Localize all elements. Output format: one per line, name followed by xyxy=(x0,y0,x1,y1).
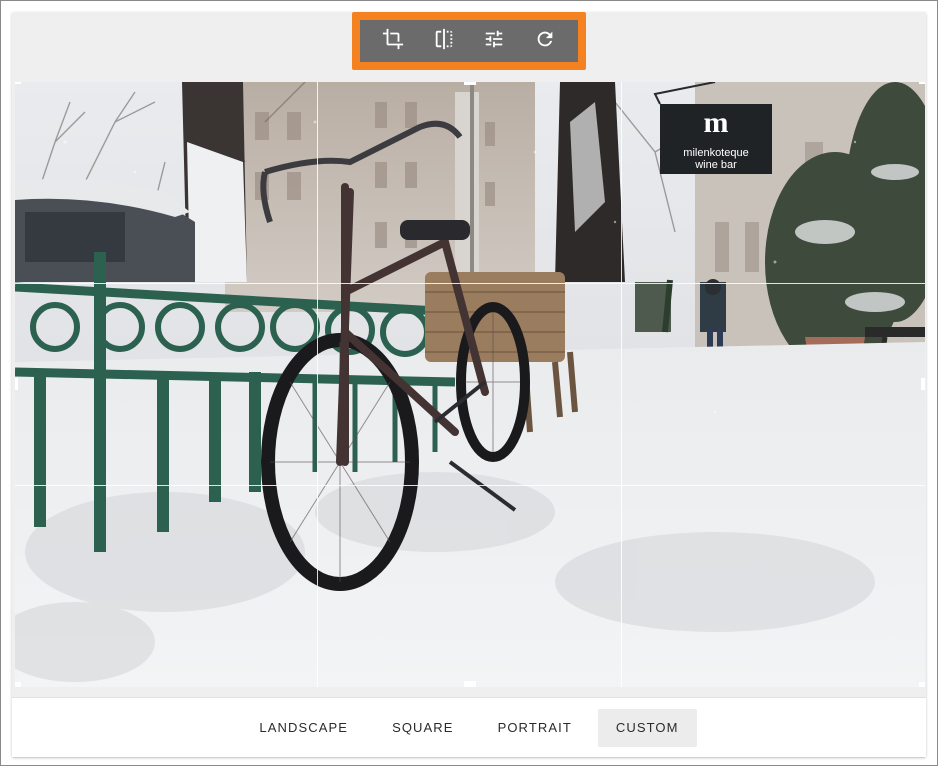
crop-grid-line-h2 xyxy=(15,485,925,486)
crop-button[interactable] xyxy=(375,23,411,59)
crop-icon xyxy=(382,28,404,55)
crop-grid-line-h1 xyxy=(15,283,925,284)
crop-grid-line-v2 xyxy=(621,82,622,687)
crop-grid-line-v1 xyxy=(317,82,318,687)
crop-area[interactable]: m milenkoteque wine bar xyxy=(15,82,925,687)
landscape-button[interactable]: LANDSCAPE xyxy=(241,709,366,747)
crop-handle-left[interactable] xyxy=(15,378,18,390)
portrait-button[interactable]: PORTRAIT xyxy=(480,709,590,747)
rotate-icon xyxy=(534,28,556,55)
crop-handle-top-right[interactable] xyxy=(919,82,925,84)
sign-text-line2: wine bar xyxy=(694,159,737,171)
flip-button[interactable] xyxy=(426,23,462,59)
crop-handle-right[interactable] xyxy=(921,378,925,390)
crop-handle-bottom-right[interactable] xyxy=(919,682,925,687)
crop-handle-top-left[interactable] xyxy=(15,82,21,84)
toolbar-highlight xyxy=(352,12,586,70)
svg-text:m: m xyxy=(704,106,729,139)
tune-icon xyxy=(483,28,505,55)
aspect-ratio-bar: LANDSCAPE SQUARE PORTRAIT CUSTOM xyxy=(12,698,926,757)
editor-toolbar xyxy=(360,20,578,62)
crop-handle-bottom-left[interactable] xyxy=(15,682,21,687)
photo-snowy-street: m milenkoteque wine bar xyxy=(15,82,925,687)
rotate-button[interactable] xyxy=(527,23,563,59)
crop-handle-top[interactable] xyxy=(464,82,476,85)
adjust-button[interactable] xyxy=(476,23,512,59)
custom-button[interactable]: CUSTOM xyxy=(597,708,697,747)
crop-handle-bottom[interactable] xyxy=(464,681,476,687)
square-button[interactable]: SQUARE xyxy=(374,709,472,747)
sign-text-line1: milenkoteque xyxy=(683,147,748,159)
flip-icon xyxy=(433,28,455,55)
